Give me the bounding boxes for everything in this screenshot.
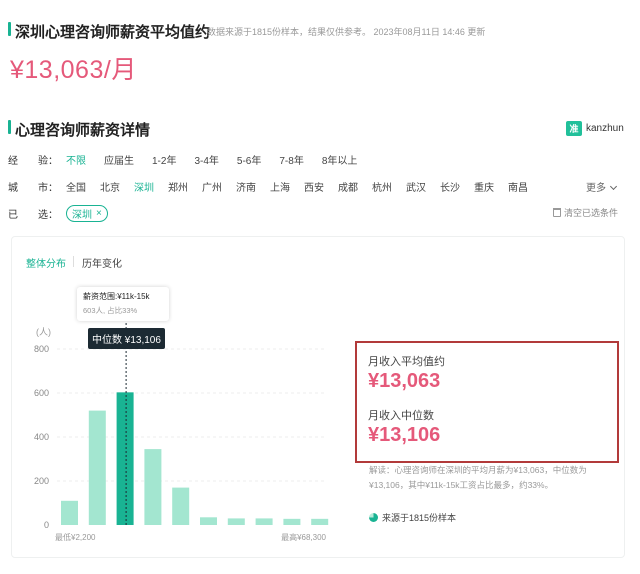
y-tick-label: 800 [34, 344, 49, 354]
y-tick-label: 400 [34, 432, 49, 442]
median-income-value: ¥13,106 [368, 424, 441, 446]
avg-income-label: 月收入平均值约 [368, 356, 445, 368]
salary-bar[interactable] [144, 449, 162, 525]
y-tick-label: 200 [34, 476, 49, 486]
tooltip-count: 603人, 占比33% [83, 306, 138, 315]
salary-bar[interactable] [172, 487, 190, 525]
salary-bar[interactable] [283, 518, 301, 525]
sample-source-label: 来源于1815份样本 [382, 513, 457, 523]
sample-source: 来源于1815份样本 [369, 511, 456, 524]
median-marker-label: 中位数 ¥13,106 [88, 328, 165, 349]
tooltip-range: 薪资范围:¥11k-15k [83, 292, 150, 301]
y-tick-label: 600 [34, 388, 49, 398]
salary-interpretation: 解读：心理咨询师在深圳的平均月薪为¥13,063，中位数为¥13,106，其中¥… [369, 465, 587, 490]
salary-bar[interactable] [255, 518, 273, 525]
salary-bar[interactable] [311, 518, 329, 525]
pie-chart-icon [369, 513, 378, 522]
avg-income-value: ¥13,063 [368, 370, 441, 392]
median-income-label: 月收入中位数 [368, 410, 434, 422]
y-tick-label: 0 [44, 520, 49, 530]
salary-bar[interactable] [116, 392, 134, 525]
x-min-label: 最低¥2,200 [55, 532, 96, 542]
salary-bar[interactable] [227, 518, 245, 525]
salary-bar[interactable] [88, 410, 106, 525]
salary-bar[interactable] [61, 500, 78, 525]
bar-tooltip: 薪资范围:¥11k-15k 603人, 占比33% [77, 287, 169, 321]
x-max-label: 最高¥68,300 [281, 532, 326, 542]
y-axis-label: (人) [36, 327, 51, 337]
salary-summary-box: 月收入平均值约 ¥13,063 月收入中位数 ¥13,106 [355, 341, 619, 463]
salary-bar[interactable] [200, 517, 217, 525]
